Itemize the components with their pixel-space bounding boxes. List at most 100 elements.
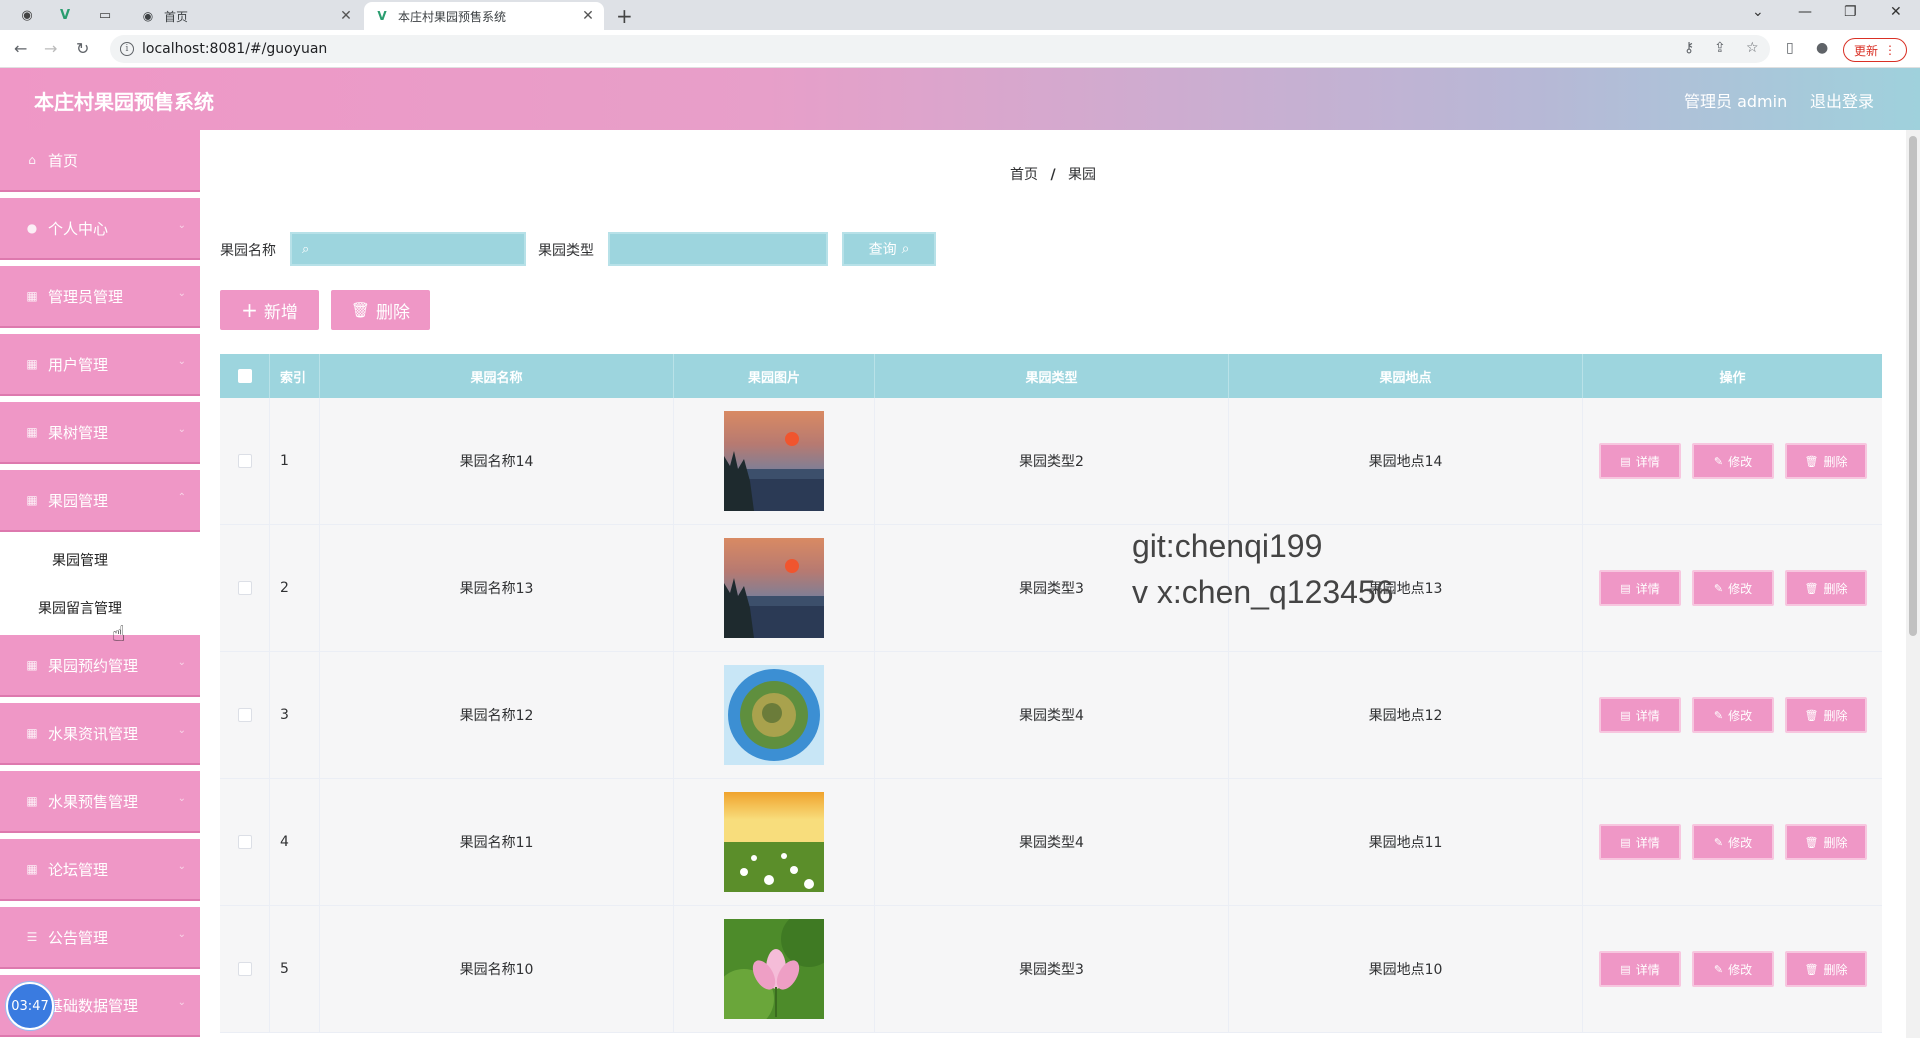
sidepanel-icon[interactable]: ▯ [1786, 40, 1794, 56]
document-icon: ▤ [1620, 835, 1631, 849]
sidebar-item-home[interactable]: ⌂ 首页 [0, 130, 200, 190]
trash-icon: 🗑 [1804, 581, 1819, 595]
add-button[interactable]: + 新增 [220, 290, 319, 330]
detail-label: 详情 [1635, 581, 1660, 596]
profile-icon[interactable]: ● [1816, 40, 1828, 56]
delete-button[interactable]: 🗑 删除 [1785, 824, 1867, 860]
submenu-item-orchard-messages[interactable]: 果园留言管理 [0, 586, 200, 630]
orchard-name-input[interactable]: ⌕ [290, 232, 526, 266]
sidebar-item-fruit-trees[interactable]: ▦ 果树管理 ⌄ [0, 402, 200, 462]
submenu-item-orchard-manage[interactable]: 果园管理 [0, 538, 200, 582]
close-icon[interactable]: ✕ [578, 8, 598, 24]
share-icon[interactable]: ⇪ [1714, 40, 1726, 56]
detail-button[interactable]: ▤ 详情 [1599, 824, 1681, 860]
close-icon[interactable]: ✕ [336, 8, 356, 24]
breadcrumb-home[interactable]: 首页 [1010, 167, 1038, 183]
sidebar-item-forum[interactable]: ▦ 论坛管理 ⌄ [0, 839, 200, 899]
detail-button[interactable]: ▤ 详情 [1599, 443, 1681, 479]
row-orchard-type: 果园类型2 [875, 398, 1229, 524]
delete-button[interactable]: 🗑 删除 [1785, 443, 1867, 479]
delete-button[interactable]: 🗑 删除 [1785, 697, 1867, 733]
edit-button[interactable]: ✎ 修改 [1692, 951, 1774, 987]
row-checkbox[interactable] [237, 581, 252, 595]
batch-delete-button[interactable]: 🗑 删除 [331, 290, 430, 330]
sidebar-item-users[interactable]: ▦ 用户管理 ⌄ [0, 334, 200, 394]
row-select-cell [220, 906, 270, 1032]
new-tab-button[interactable]: + [616, 4, 633, 28]
orchard-name-label: 果园名称 [220, 243, 276, 259]
tab-home[interactable]: ◉ 首页 ✕ [130, 2, 362, 30]
detail-button[interactable]: ▤ 详情 [1599, 570, 1681, 606]
sidebar-item-fruit-presale[interactable]: ▦ 水果预售管理 ⌄ [0, 771, 200, 831]
edit-button[interactable]: ✎ 修改 [1692, 443, 1774, 479]
edit-icon: ✎ [1713, 454, 1724, 468]
detail-label: 详情 [1635, 454, 1660, 469]
row-index: 5 [270, 906, 320, 1032]
row-checkbox[interactable] [237, 835, 252, 849]
restore-icon[interactable]: ❐ [1844, 4, 1857, 20]
watermark-line-1: git:chenqi199 [1132, 528, 1323, 564]
vue-icon[interactable]: V [56, 6, 74, 24]
query-button[interactable]: 查询 ⌕ [842, 232, 936, 266]
row-orchard-image [674, 652, 875, 778]
tab-title: 本庄村果园预售系统 [398, 9, 507, 24]
close-window-icon[interactable]: ✕ [1890, 4, 1902, 20]
info-icon[interactable]: i [120, 42, 134, 56]
sidebar-item-notices[interactable]: ☰ 公告管理 ⌄ [0, 907, 200, 967]
delete-label: 删除 [1823, 835, 1848, 850]
row-checkbox[interactable] [237, 962, 252, 976]
column-header-index: 索引 [270, 354, 320, 398]
sidebar-item-fruit-news[interactable]: ▦ 水果资讯管理 ⌄ [0, 703, 200, 763]
delete-button[interactable]: 🗑 删除 [1785, 570, 1867, 606]
url-field[interactable]: i localhost:8081/#/guoyuan [110, 35, 1770, 63]
row-orchard-location: 果园地点12 [1229, 652, 1583, 778]
clock-badge: 03:47 [6, 982, 54, 1030]
sidebar-item-orchard-booking[interactable]: ▦ 果园预约管理 ⌄ [0, 635, 200, 695]
sidebar-item-orchards[interactable]: ▦ 果园管理 ⌃ [0, 470, 200, 530]
delete-button[interactable]: 🗑 删除 [1785, 951, 1867, 987]
row-actions: ▤ 详情 ✎ 修改 🗑 删除 [1583, 906, 1882, 1032]
trash-icon: 🗑 [1804, 454, 1819, 468]
url-text: localhost:8081/#/guoyuan [142, 41, 328, 57]
edit-label: 修改 [1728, 454, 1753, 469]
update-button[interactable]: 更新 ⋮ [1843, 38, 1907, 62]
tab-orchard-system[interactable]: V 本庄村果园预售系统 ✕ [364, 2, 604, 30]
logout-link[interactable]: 退出登录 [1810, 88, 1874, 112]
row-checkbox[interactable] [237, 454, 252, 468]
scrollbar-thumb[interactable] [1909, 136, 1917, 636]
chevron-down-icon: ⌄ [177, 220, 186, 231]
orchard-type-select[interactable] [608, 232, 828, 266]
trash-icon: 🗑 [1804, 962, 1819, 976]
tab-search-icon[interactable]: ⌄ [1752, 4, 1764, 20]
page-scrollbar[interactable] [1906, 130, 1920, 1038]
blank-tab-icon[interactable]: ▭ [96, 6, 114, 24]
search-icon: ⌕ [302, 241, 310, 257]
reload-icon[interactable]: ↻ [76, 39, 89, 58]
forward-icon[interactable]: → [44, 39, 57, 58]
star-icon[interactable]: ☆ [1746, 40, 1759, 56]
detail-button[interactable]: ▤ 详情 [1599, 697, 1681, 733]
plus-icon: + [241, 298, 258, 322]
detail-label: 详情 [1635, 835, 1660, 850]
detail-button[interactable]: ▤ 详情 [1599, 951, 1681, 987]
row-orchard-image [674, 398, 875, 524]
grid-icon: ▦ [26, 357, 38, 371]
globe-icon[interactable]: ◉ [18, 6, 36, 24]
edit-button[interactable]: ✎ 修改 [1692, 570, 1774, 606]
row-checkbox[interactable] [237, 708, 252, 722]
edit-button[interactable]: ✎ 修改 [1692, 824, 1774, 860]
sidebar-item-profile[interactable]: ● 个人中心 ⌄ [0, 198, 200, 258]
column-header-type: 果园类型 [875, 354, 1229, 398]
edit-button[interactable]: ✎ 修改 [1692, 697, 1774, 733]
sidebar-item-admins[interactable]: ▦ 管理员管理 ⌄ [0, 266, 200, 326]
key-icon[interactable]: ⚷ [1684, 40, 1694, 56]
minimize-icon[interactable]: — [1798, 4, 1812, 20]
select-all-checkbox[interactable] [237, 369, 252, 383]
row-orchard-location: 果园地点10 [1229, 906, 1583, 1032]
chevron-up-icon: ⌃ [177, 492, 186, 503]
breadcrumb-current: 果园 [1068, 167, 1097, 183]
row-orchard-location: 果园地点11 [1229, 779, 1583, 905]
back-icon[interactable]: ← [14, 39, 27, 58]
edit-icon: ✎ [1713, 835, 1724, 849]
query-label: 查询 [868, 242, 897, 258]
